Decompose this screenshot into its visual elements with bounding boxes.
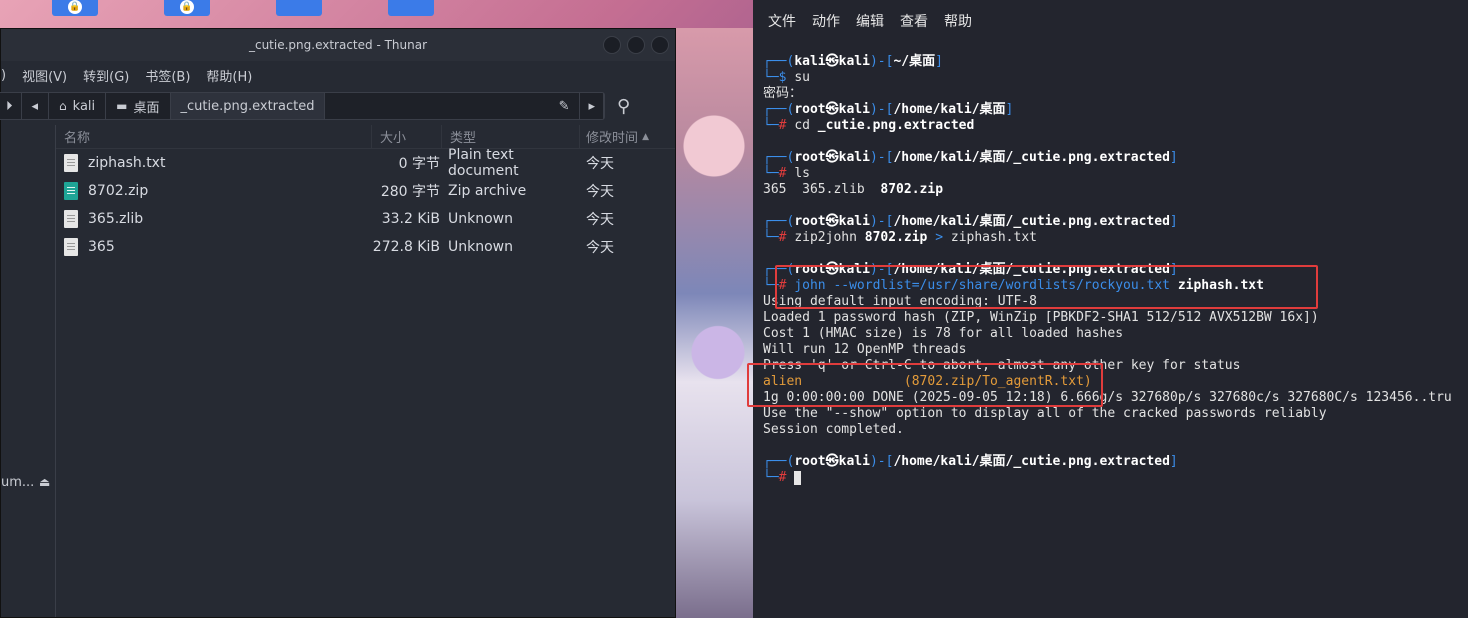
file-list: 名称 大小 类型 修改时间 ▲ ziphash.txt 0 字节 Plain t… [56,125,675,617]
desktop-icon-3[interactable] [276,0,322,16]
prompt-line: ┌──(root㉿kali)-[/home/kali/桌面/_cutie.png… [763,150,1178,165]
column-size[interactable]: 大小 [372,125,442,148]
forward-button[interactable]: ▸ [579,93,604,119]
prompt-line: ┌──(root㉿kali)-[/home/kali/桌面/_cutie.png… [763,214,1178,229]
pencil-icon: ✎ [558,98,570,114]
term-menu-view[interactable]: 查看 [900,11,928,31]
desktop-icon-2[interactable]: 🔒 [164,0,210,16]
desktop-icon-4[interactable] [388,0,434,16]
title-bar[interactable]: _cutie.png.extracted - Thunar [1,29,675,61]
file-row[interactable]: 365 272.8 KiB Unknown 今天 [56,233,675,261]
desktop-icon-1[interactable]: 🔒 [52,0,98,16]
term-menu-help[interactable]: 帮助 [944,11,972,31]
window-title: _cutie.png.extracted - Thunar [248,38,428,52]
output-line: Session completed. [763,422,904,437]
menu-help[interactable]: 帮助(H) [206,66,252,85]
output-line: 密码： [763,86,803,101]
eject-icon[interactable]: ⏏ [39,475,50,489]
term-menu-edit[interactable]: 编辑 [856,11,884,31]
output-line: Using default input encoding: UTF-8 [763,294,1037,309]
sidebar-item-device[interactable]: um... [1,475,34,490]
menu-go[interactable]: 转到(G) [83,66,129,85]
desktop-folder-icon: ▬ [116,99,128,113]
location-bar: ⏵ ◂ ⌂ kali ▬ 桌面 _cutie.png.extracted ✎ ▸ ⚲ [0,89,675,123]
maximize-button[interactable] [627,36,645,54]
breadcrumb-current[interactable]: _cutie.png.extracted [170,93,326,119]
thunar-window: _cutie.png.extracted - Thunar ) 视图(V) 转到… [0,28,676,618]
prompt-line: ┌──(root㉿kali)-[/home/kali/桌面/_cutie.png… [763,262,1178,277]
wallpaper-art [674,28,754,618]
close-button[interactable] [651,36,669,54]
text-file-icon [64,154,78,172]
command-line: └─# cd _cutie.png.extracted [763,118,975,133]
output-line: Will run 12 OpenMP threads [763,342,967,357]
breadcrumb-home[interactable]: ⌂ kali [49,93,107,119]
back-button[interactable]: ◂ [22,93,50,119]
term-menu-file[interactable]: 文件 [768,11,796,31]
unknown-file-icon [64,238,78,256]
command-line: └─# [763,470,1468,486]
file-row[interactable]: 365.zlib 33.2 KiB Unknown 今天 [56,205,675,233]
terminal-menu-bar: 文件 动作 编辑 查看 帮助 [753,0,1468,42]
menu-bar: ) 视图(V) 转到(G) 书签(B) 帮助(H) [1,61,675,89]
cracked-password: alien [763,374,803,389]
prompt-line: ┌──(kali㉿kali)-[~/桌面] [763,54,943,69]
output-line: 1g 0:00:00:00 DONE (2025-09-05 12:18) 6.… [763,390,1452,405]
column-type[interactable]: 类型 [442,125,580,148]
nav-left-button[interactable]: ⏵ [0,93,22,119]
column-name[interactable]: 名称 [56,125,372,148]
column-date[interactable]: 修改时间 ▲ [580,125,675,148]
text-cursor [794,470,802,485]
edit-location-button[interactable]: ✎ [325,93,579,119]
output-line: Use the "--show" option to display all o… [763,406,1327,421]
menu-bookmarks[interactable]: 书签(B) [145,66,190,85]
list-header: 名称 大小 类型 修改时间 ▲ [56,125,675,149]
command-line: └─# zip2john 8702.zip > ziphash.txt [763,230,1037,245]
lock-icon: 🔒 [68,0,82,14]
command-line: └─$ su [763,70,810,85]
command-line: └─# john --wordlist=/usr/share/wordlists… [763,278,1264,293]
file-row[interactable]: ziphash.txt 0 字节 Plain text document 今天 [56,147,675,179]
output-line: Press 'q' or Ctrl-C to abort, almost any… [763,358,1241,373]
terminal-output: ┌──(kali㉿kali)-[~/桌面] └─$ su 密码： ┌──(roo… [763,54,1468,486]
breadcrumb: ⏵ ◂ ⌂ kali ▬ 桌面 _cutie.png.extracted ✎ ▸ [0,92,605,120]
file-row[interactable]: 8702.zip 280 字节 Zip archive 今天 [56,177,675,205]
menu-partial[interactable]: ) [1,68,6,83]
prompt-line: ┌──(root㉿kali)-[/home/kali/桌面/_cutie.png… [763,454,1178,469]
output-line: 365 365.zlib 8702.zip [763,182,944,197]
zip-file-icon [64,182,78,200]
term-menu-action[interactable]: 动作 [812,11,840,31]
menu-view[interactable]: 视图(V) [22,66,67,85]
output-line: Cost 1 (HMAC size) is 78 for all loaded … [763,326,1124,341]
lock-icon: 🔒 [180,0,194,14]
unknown-file-icon [64,210,78,228]
home-icon: ⌂ [59,99,67,113]
breadcrumb-desktop[interactable]: ▬ 桌面 [106,93,171,119]
prompt-line: ┌──(root㉿kali)-[/home/kali/桌面] [763,102,1014,117]
minimize-button[interactable] [603,36,621,54]
search-icon[interactable]: ⚲ [617,96,630,117]
terminal-window[interactable]: 文件 动作 编辑 查看 帮助 ┌──(kali㉿kali)-[~/桌面] └─$… [747,0,1468,618]
command-line: └─# ls [763,166,810,181]
sort-asc-icon: ▲ [642,131,650,142]
cracked-line: alien (8702.zip/To_agentR.txt) [763,374,1092,389]
output-line: Loaded 1 password hash (ZIP, WinZip [PBK… [763,310,1319,325]
